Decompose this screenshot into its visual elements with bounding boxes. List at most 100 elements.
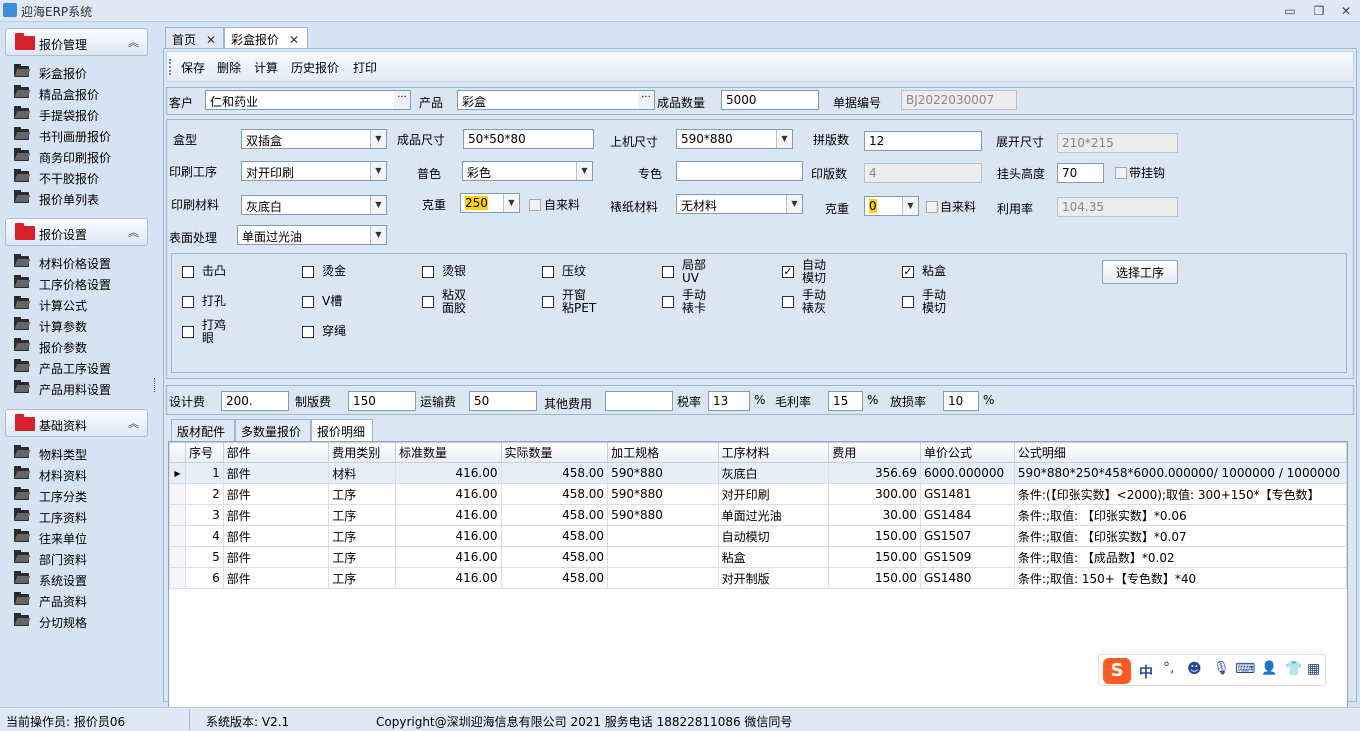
material-select[interactable]: 灰底白 ▼ <box>241 195 387 215</box>
column-header[interactable]: 费用 <box>828 442 921 463</box>
chevron-down-icon[interactable]: ▼ <box>370 226 386 244</box>
punctuation-icon[interactable]: °, <box>1163 660 1174 676</box>
table-cell[interactable]: 部件 <box>222 504 330 526</box>
table-cell[interactable]: 356.69 <box>828 462 921 484</box>
table-cell[interactable]: 条件:;取值: 【印张实数】*0.07 <box>1013 525 1348 547</box>
column-header[interactable]: 部件 <box>222 442 330 463</box>
process-checkbox[interactable] <box>662 296 674 308</box>
sidebar-item[interactable]: 物料类型 <box>14 443 144 463</box>
print-process-select[interactable]: 对开印刷 ▼ <box>241 161 387 181</box>
table-cell[interactable]: 458.00 <box>500 504 609 526</box>
tab-home[interactable]: 首页 ✕ <box>165 27 224 49</box>
row-indicator[interactable] <box>169 504 186 526</box>
table-cell[interactable]: 590*880 <box>607 462 719 484</box>
sidebar-item[interactable]: 工序资料 <box>14 506 144 526</box>
sidebar-item[interactable]: 分切规格 <box>14 611 144 631</box>
table-cell[interactable]: GS1509 <box>919 546 1015 568</box>
column-header[interactable]: 单价公式 <box>919 442 1015 463</box>
sidebar-section-quote-settings[interactable]: 报价设置 ︽ <box>5 218 148 246</box>
table-cell[interactable]: 单面过光油 <box>717 504 830 526</box>
table-cell[interactable]: 工序 <box>328 546 396 568</box>
table-cell[interactable]: 4 <box>184 525 224 547</box>
table-cell[interactable]: 对开印刷 <box>717 483 830 505</box>
shipping-fee-input[interactable]: 50 <box>469 391 537 411</box>
ellipsis-icon[interactable]: ··· <box>394 91 410 109</box>
sidebar-item[interactable]: 产品工序设置 <box>14 357 144 377</box>
select-process-button[interactable]: 选择工序 <box>1102 260 1178 284</box>
table-cell[interactable]: 条件:;取值: 150+【专色数】*40 <box>1013 567 1348 589</box>
column-header[interactable]: 加工规格 <box>607 442 719 463</box>
process-checkbox[interactable] <box>422 296 434 308</box>
sogou-logo-icon[interactable]: S <box>1103 658 1131 684</box>
table-cell[interactable]: 416.00 <box>394 525 502 547</box>
table-cell[interactable]: 部件 <box>222 462 330 484</box>
row-pointer-icon[interactable]: ▶ <box>169 462 186 484</box>
color-select[interactable]: 彩色 ▼ <box>462 161 593 181</box>
chevron-down-icon[interactable]: ▼ <box>370 196 386 214</box>
table-row[interactable]: 5 部件 工序 416.00 458.00 粘盒 150.00 GS1509 条件:;取值: 【… <box>169 546 1348 568</box>
table-cell[interactable]: 灰底白 <box>717 462 830 484</box>
table-row[interactable]: 4 部件 工序 416.00 458.00 自动模切 150.00 GS1507 条件:;取值:… <box>169 525 1348 547</box>
chevron-down-icon[interactable]: ▼ <box>370 130 386 148</box>
surface-select[interactable]: 单面过光油 ▼ <box>237 225 387 245</box>
chevron-down-icon[interactable]: ▼ <box>776 130 792 148</box>
delete-button[interactable]: 删除 <box>217 59 241 76</box>
table-cell[interactable]: 416.00 <box>394 504 502 526</box>
row-indicator[interactable] <box>169 546 186 568</box>
table-cell[interactable]: 6 <box>184 567 224 589</box>
ime-lang-indicator[interactable]: 中 <box>1139 662 1153 682</box>
table-cell[interactable] <box>607 546 719 568</box>
table-cell[interactable]: 自动模切 <box>717 525 830 547</box>
process-checkbox[interactable] <box>182 296 194 308</box>
sidebar-item[interactable]: 工序价格设置 <box>14 273 144 293</box>
process-checkbox[interactable] <box>542 296 554 308</box>
table-cell[interactable]: GS1481 <box>919 483 1015 505</box>
column-header[interactable]: 序号 <box>184 442 224 463</box>
tab-plate-parts[interactable]: 版材配件 <box>171 419 235 441</box>
user-icon[interactable]: 👤 <box>1261 661 1277 676</box>
product-field[interactable]: 彩盒 ··· <box>457 90 655 110</box>
table-cell[interactable]: 458.00 <box>500 546 609 568</box>
minimize-button[interactable]: ▭ <box>1280 2 1300 20</box>
chevron-down-icon[interactable]: ▼ <box>902 197 918 215</box>
sidebar-section-basic-data[interactable]: 基础资料 ︽ <box>5 409 148 437</box>
sidebar-item[interactable]: 系统设置 <box>14 569 144 589</box>
sidebar-item[interactable]: 工序分类 <box>14 485 144 505</box>
column-header[interactable]: 实际数量 <box>500 442 609 463</box>
calculate-button[interactable]: 计算 <box>254 59 278 76</box>
customer-field[interactable]: 仁和药业 ··· <box>205 90 411 110</box>
sidebar-section-quote-management[interactable]: 报价管理 ︽ <box>5 28 148 56</box>
toolbox-grid-icon[interactable]: ▦ <box>1307 661 1320 677</box>
table-cell[interactable]: 粘盒 <box>717 546 830 568</box>
hang-height-input[interactable]: 70 <box>1057 163 1104 183</box>
table-cell[interactable]: 458.00 <box>500 525 609 547</box>
sidebar-item[interactable]: 报价单列表 <box>14 188 144 208</box>
table-cell[interactable]: 部件 <box>222 483 330 505</box>
table-cell[interactable]: GS1484 <box>919 504 1015 526</box>
table-cell[interactable]: 458.00 <box>500 567 609 589</box>
process-checkbox[interactable] <box>662 266 674 278</box>
close-icon[interactable]: ✕ <box>289 33 299 47</box>
chevron-down-icon[interactable]: ▼ <box>370 162 386 180</box>
table-row[interactable]: 3 部件 工序 416.00 458.00 590*880 单面过光油 30.00 GS1484… <box>169 504 1348 526</box>
machine-size-select[interactable]: 590*880 ▼ <box>676 129 793 149</box>
sidebar-item[interactable]: 报价参数 <box>14 336 144 356</box>
table-cell[interactable]: 458.00 <box>500 462 609 484</box>
table-cell[interactable]: 30.00 <box>828 504 921 526</box>
process-checkbox[interactable] <box>302 326 314 338</box>
weight2-select[interactable]: 0 ▼ <box>864 196 919 216</box>
margin-input[interactable]: 15 <box>828 391 863 411</box>
table-cell[interactable]: 150.00 <box>828 546 921 568</box>
tab-multi-quantity[interactable]: 多数量报价 <box>235 419 311 441</box>
design-fee-input[interactable]: 200. <box>221 391 289 411</box>
table-cell[interactable]: 工序 <box>328 504 396 526</box>
sidebar-item[interactable]: 部门资料 <box>14 548 144 568</box>
table-cell[interactable]: 590*880*250*458*6000.000000/ 1000000 / 1… <box>1013 462 1348 484</box>
box-type-select[interactable]: 双插盒 ▼ <box>241 129 387 149</box>
close-icon[interactable]: ✕ <box>206 33 216 47</box>
sidebar-item[interactable]: 计算公式 <box>14 294 144 314</box>
hook-checkbox[interactable] <box>1115 167 1127 179</box>
loss-rate-input[interactable]: 10 <box>943 391 979 411</box>
mount-material-select[interactable]: 无材料 ▼ <box>676 194 803 214</box>
size-input[interactable]: 50*50*80 <box>463 129 594 149</box>
